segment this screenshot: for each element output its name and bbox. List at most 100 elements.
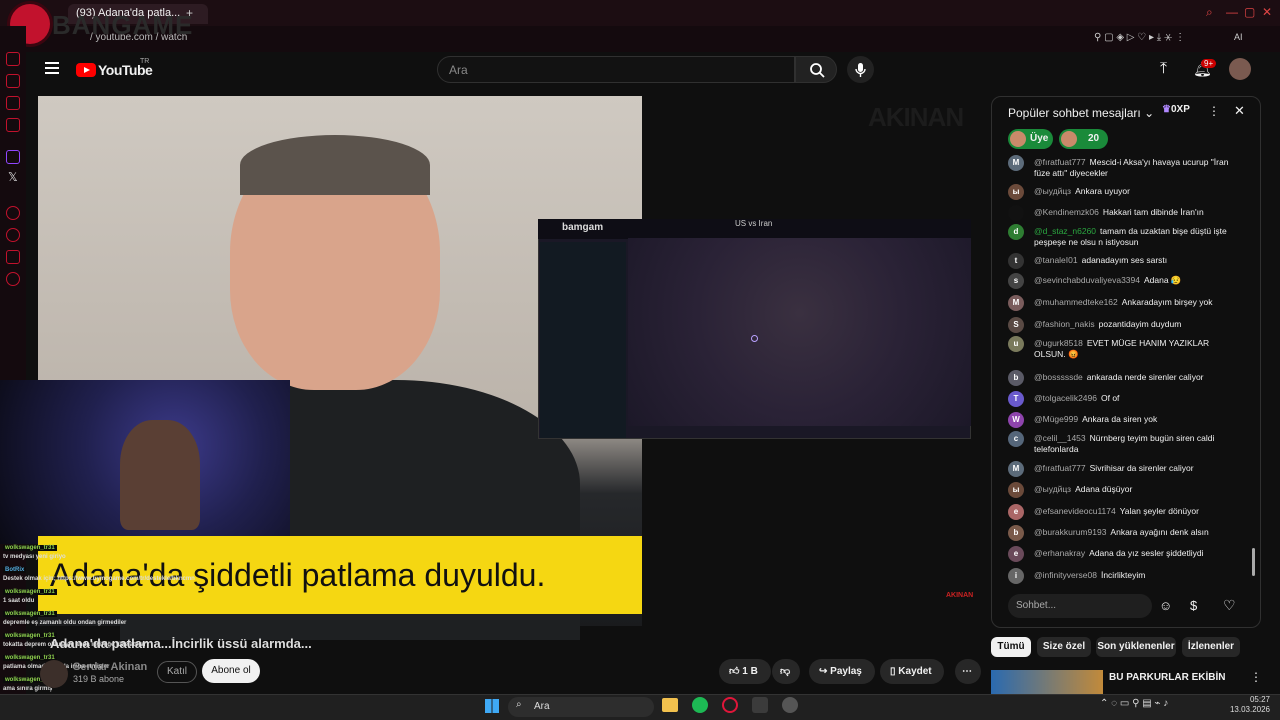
- user-avatar[interactable]: [1229, 58, 1251, 80]
- chat-author-avatar[interactable]: T: [1008, 391, 1024, 407]
- windows-start-icon[interactable]: [485, 699, 499, 713]
- chat-author[interactable]: @erhanakray: [1034, 548, 1085, 558]
- chat-mode-dropdown[interactable]: Popüler sohbet mesajları ⌄: [1008, 106, 1154, 120]
- app-icon[interactable]: [752, 697, 768, 713]
- spotify-icon[interactable]: [692, 697, 708, 713]
- join-button[interactable]: Katıl: [157, 661, 197, 683]
- chip-for-you[interactable]: Size özel: [1037, 637, 1091, 657]
- ai-button[interactable]: AI: [1234, 32, 1243, 42]
- chat-author[interactable]: @Kendinemzk06: [1034, 207, 1099, 217]
- recommendation-thumbnail[interactable]: [991, 670, 1103, 694]
- upload-icon[interactable]: ⤒: [1160, 60, 1167, 78]
- chip-all[interactable]: Tümü: [991, 637, 1031, 657]
- address-bar[interactable]: [26, 26, 1280, 52]
- save-button[interactable]: ▯ Kaydet: [880, 659, 944, 684]
- maximize-icon[interactable]: ▢: [1244, 5, 1255, 19]
- x-twitter-icon[interactable]: 𝕏: [8, 170, 18, 184]
- chat-author-avatar[interactable]: c: [1008, 431, 1024, 447]
- recommendation-menu-icon[interactable]: ⋮: [1250, 670, 1262, 684]
- chat-author[interactable]: @d_staz_n6260: [1034, 226, 1096, 236]
- chat-author-avatar[interactable]: M: [1008, 461, 1024, 477]
- search-button[interactable]: [795, 56, 837, 83]
- chat-author[interactable]: @fıratfuat777: [1034, 463, 1086, 473]
- share-button[interactable]: ↪ Paylaş: [809, 659, 875, 684]
- search-input[interactable]: [437, 56, 795, 83]
- app-icon-2[interactable]: [782, 697, 798, 713]
- subscribe-button[interactable]: Abone ol: [202, 659, 260, 683]
- chat-author[interactable]: @muhammedteke162: [1034, 297, 1118, 307]
- super-chat-icon[interactable]: $: [1190, 598, 1197, 613]
- chat-menu-icon[interactable]: ⋮: [1208, 104, 1220, 118]
- chat-author-avatar[interactable]: i: [1008, 568, 1024, 584]
- more-actions-button[interactable]: ⋯: [955, 659, 981, 684]
- close-chat-icon[interactable]: ✕: [1234, 103, 1245, 119]
- clock[interactable]: 05:27 13.03.2026: [1226, 695, 1270, 715]
- chat-author[interactable]: @efsanevideocu1174: [1034, 506, 1116, 516]
- chat-input[interactable]: Sohbet...: [1008, 594, 1152, 618]
- browser-toolbar-icons[interactable]: ⚲ ▢ ◈ ▷ ♡ ▸ ⤓ ⚹ ⋮: [1094, 32, 1185, 43]
- chat-author-avatar[interactable]: b: [1008, 525, 1024, 541]
- chat-message: @muhammedteke162 Ankaradayım birşey yok: [1034, 297, 1230, 308]
- chat-scrollbar[interactable]: [1252, 548, 1255, 576]
- channel-avatar[interactable]: [40, 660, 68, 688]
- sidebar-box-icon[interactable]: [6, 250, 20, 264]
- heart-icon[interactable]: ♡: [1223, 597, 1236, 614]
- channel-name[interactable]: Serdar Akinan: [73, 661, 147, 673]
- chat-author[interactable]: @ugurk8518: [1034, 338, 1083, 348]
- twitch-icon[interactable]: [6, 150, 20, 164]
- chat-author-avatar[interactable]: ы: [1008, 482, 1024, 498]
- youtube-logo-icon[interactable]: [76, 63, 96, 77]
- sidebar-tv-icon[interactable]: [6, 96, 20, 110]
- recommendation-title[interactable]: BU PARKURLAR EKİBİN: [1109, 672, 1225, 683]
- chat-author-avatar[interactable]: [1008, 205, 1024, 221]
- sidebar-player-icon[interactable]: [6, 118, 20, 132]
- chat-author[interactable]: @burakkurum9193: [1034, 527, 1106, 537]
- chat-author-avatar[interactable]: e: [1008, 546, 1024, 562]
- sidebar-circle-icon[interactable]: [6, 206, 20, 220]
- chat-author[interactable]: @fıratfuat777: [1034, 157, 1086, 167]
- voice-search-button[interactable]: [847, 56, 874, 83]
- chat-author-avatar[interactable]: M: [1008, 155, 1024, 171]
- xp-badge[interactable]: ♛0XP: [1162, 104, 1190, 115]
- sidebar-speed-icon[interactable]: [6, 52, 20, 66]
- chat-author-avatar[interactable]: S: [1008, 317, 1024, 333]
- chat-author-avatar[interactable]: b: [1008, 370, 1024, 386]
- search-icon[interactable]: ⌕: [1206, 5, 1213, 20]
- chat-author[interactable]: @Müge999: [1034, 414, 1078, 424]
- member-count-avatar: [1061, 131, 1077, 147]
- chat-author[interactable]: @fashion_nakis: [1034, 319, 1095, 329]
- chat-author[interactable]: @tanaleI01: [1034, 255, 1078, 265]
- chip-watched[interactable]: İzlenenler: [1182, 637, 1240, 657]
- chat-author[interactable]: @celil__1453: [1034, 433, 1086, 443]
- chat-author[interactable]: @infinityverse08: [1034, 570, 1097, 580]
- chat-author-avatar[interactable]: d: [1008, 224, 1024, 240]
- chat-author-avatar[interactable]: M: [1008, 295, 1024, 311]
- sidebar-clock-icon[interactable]: [6, 228, 20, 242]
- chat-author-avatar[interactable]: u: [1008, 336, 1024, 352]
- chat-author[interactable]: @ыудйцз: [1034, 484, 1071, 494]
- chat-author-avatar[interactable]: W: [1008, 412, 1024, 428]
- chat-author-avatar[interactable]: s: [1008, 273, 1024, 289]
- chip-recent[interactable]: Son yüklenenler: [1096, 637, 1176, 657]
- chat-author-avatar[interactable]: ы: [1008, 184, 1024, 200]
- system-tray-icons[interactable]: ⌃ ◌ ▭ ⚲ ▤ ⌁ ♪: [1100, 698, 1168, 709]
- chat-author[interactable]: @ыудйцз: [1034, 186, 1071, 196]
- chat-author[interactable]: @bosssssde: [1034, 372, 1083, 382]
- like-button[interactable]: 👍︎ 1 B: [719, 659, 771, 684]
- emoji-icon[interactable]: ☺: [1159, 598, 1172, 613]
- hamburger-menu-icon[interactable]: [45, 62, 59, 74]
- close-icon[interactable]: ✕: [1262, 5, 1272, 19]
- sidebar-settings-icon[interactable]: [6, 272, 20, 286]
- taskbar-search[interactable]: Ara: [508, 697, 654, 717]
- chat-author[interactable]: @sevinchabduvaliyeva3394: [1034, 275, 1140, 285]
- chat-author[interactable]: @tolgacelik2496: [1034, 393, 1097, 403]
- opera-gx-icon[interactable]: [722, 697, 738, 713]
- minimize-icon[interactable]: —: [1226, 5, 1238, 19]
- channel-watermark: AKINAN: [868, 102, 964, 132]
- chat-author-avatar[interactable]: e: [1008, 504, 1024, 520]
- sidebar-bag-icon[interactable]: [6, 74, 20, 88]
- video-presenter-hair: [240, 135, 430, 195]
- chat-author-avatar[interactable]: t: [1008, 253, 1024, 269]
- dislike-button[interactable]: 👎︎: [772, 659, 800, 684]
- file-explorer-icon[interactable]: [662, 698, 678, 712]
